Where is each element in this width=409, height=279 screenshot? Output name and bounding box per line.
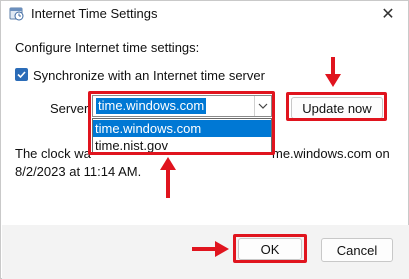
arrow-up-icon: [160, 157, 176, 198]
arrow-down-icon: [325, 57, 341, 87]
annotation-arrows: [160, 57, 341, 257]
arrow-right-icon: [192, 241, 229, 257]
